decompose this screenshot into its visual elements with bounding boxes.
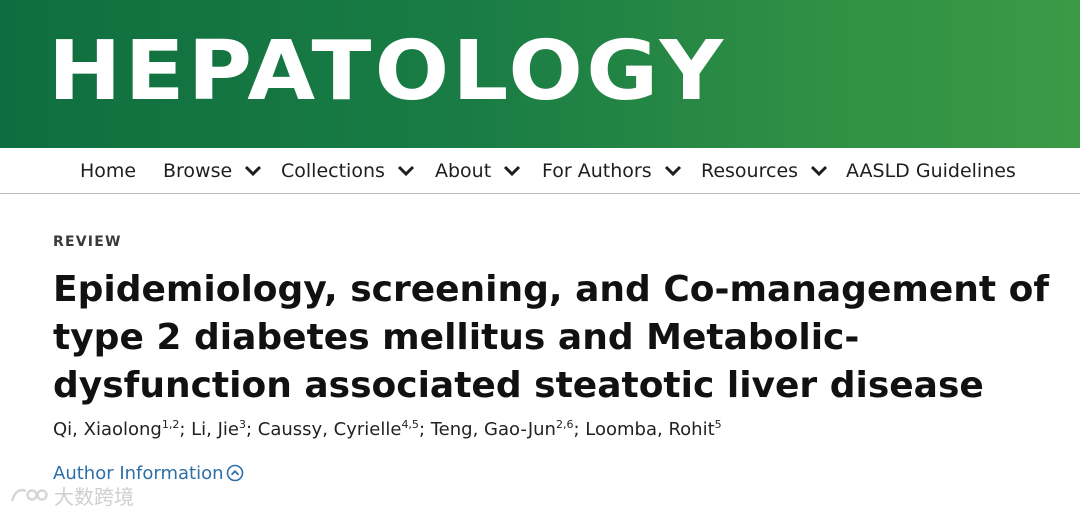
nav-item-resources[interactable]: Resources — [701, 148, 828, 193]
author-name[interactable]: Teng, Gao-Jun — [431, 419, 556, 440]
nav-item-browse[interactable]: Browse — [163, 148, 262, 193]
nav-item-about[interactable]: About — [435, 148, 521, 193]
nav-item-label: Collections — [281, 159, 385, 182]
journal-title[interactable]: HEPATOLOGY — [48, 24, 726, 120]
author-list: Qi, Xiaolong1,2; Li, Jie3; Caussy, Cyrie… — [53, 418, 722, 440]
author-affiliation: 1,2 — [161, 418, 180, 431]
author-name[interactable]: Caussy, Cyrielle — [258, 419, 402, 440]
author-name[interactable]: Li, Jie — [191, 419, 239, 440]
chevron-down-icon — [664, 165, 682, 177]
author-affiliation: 4,5 — [401, 418, 419, 431]
watermark-logo-icon — [10, 488, 48, 502]
nav-item-collections[interactable]: Collections — [281, 148, 415, 193]
watermark-text: 大数跨境 — [54, 484, 134, 509]
chevron-down-icon — [810, 165, 828, 177]
nav-item-for-authors[interactable]: For Authors — [542, 148, 682, 193]
nav-item-home[interactable]: Home — [80, 148, 136, 193]
nav-item-label: Browse — [163, 159, 233, 182]
nav-item-label: Resources — [701, 159, 799, 182]
article-title: Epidemiology, screening, and Co-manageme… — [53, 269, 1050, 406]
author-affiliation: 5 — [714, 418, 722, 431]
nav-item-label: For Authors — [542, 159, 652, 182]
main-nav: Home Browse Collections About For Author… — [0, 148, 1080, 194]
journal-header-banner: HEPATOLOGY — [0, 0, 1080, 148]
chevron-down-icon — [244, 165, 262, 177]
article-type-label: REVIEW — [53, 234, 122, 250]
author-affiliation: 2,6 — [555, 418, 574, 431]
author-affiliation: 3 — [239, 418, 246, 431]
nav-item-label: About — [435, 159, 492, 182]
author-name[interactable]: Loomba, Rohit — [585, 419, 714, 440]
circle-chevron-up-icon — [226, 464, 243, 482]
chevron-down-icon — [397, 165, 415, 177]
nav-item-aasld-guidelines[interactable]: AASLD Guidelines — [846, 148, 1016, 193]
nav-item-label: Home — [80, 159, 137, 182]
author-name[interactable]: Qi, Xiaolong — [53, 419, 162, 440]
watermark: 大数跨境 — [8, 481, 134, 509]
chevron-down-icon — [503, 165, 521, 177]
nav-item-label: AASLD Guidelines — [846, 159, 1016, 182]
